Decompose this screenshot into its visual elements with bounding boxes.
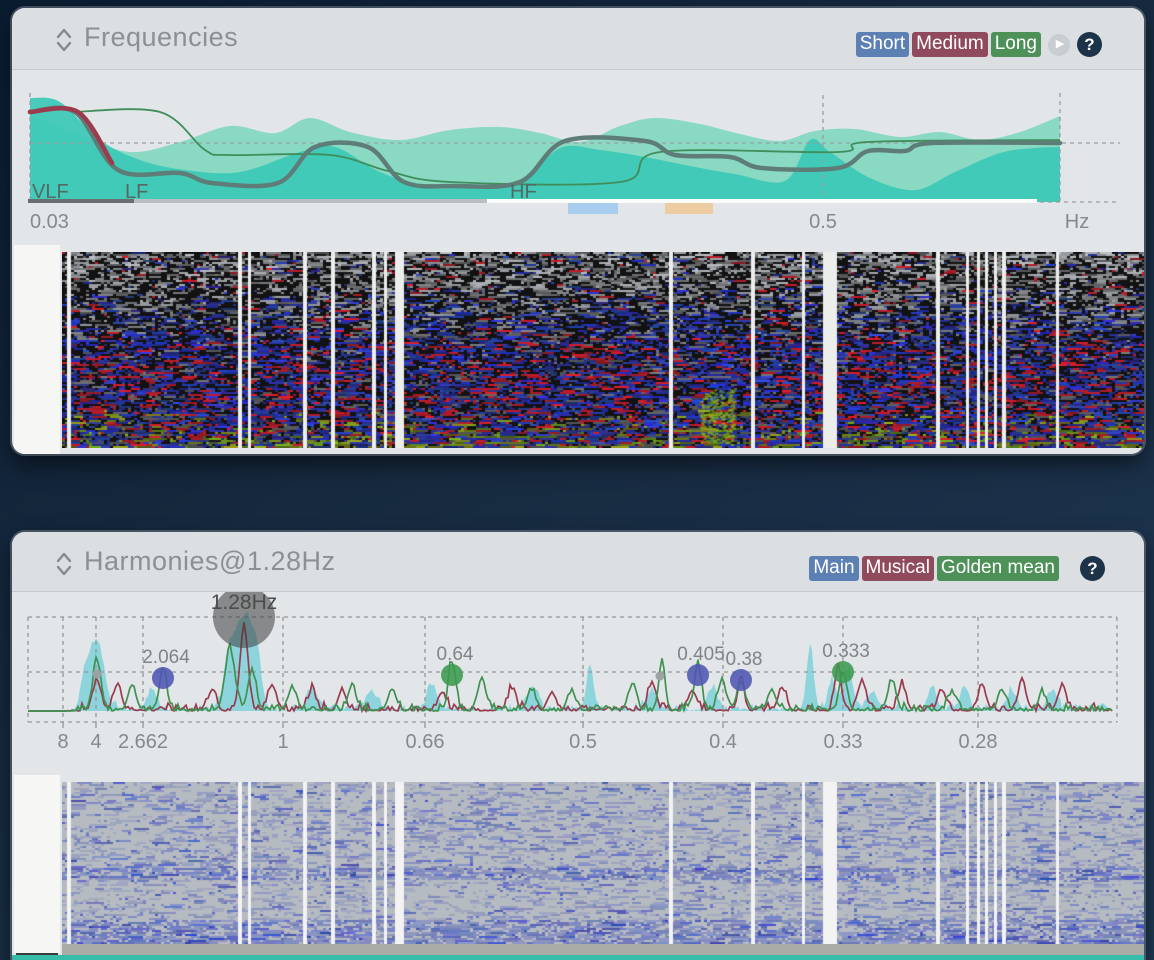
harmonic-marker-label: 0.405	[677, 644, 725, 665]
frequencies-spectrogram-axis	[14, 245, 60, 454]
selected-harmonic-label: 1.28Hz	[211, 591, 278, 614]
legend-short[interactable]: Short	[856, 32, 909, 57]
help-button[interactable]: ?	[1077, 32, 1102, 57]
x-tick-1: 1	[277, 731, 288, 753]
harmonies-title: Harmonies@1.28Hz	[84, 546, 336, 577]
band-label-lf: LF	[125, 181, 148, 203]
x-tick-Hz: Hz	[1065, 211, 1089, 233]
play-button[interactable]: ▶	[1048, 34, 1070, 56]
legend-main[interactable]: Main	[809, 556, 858, 581]
harmonies-panel: 84 2.662 1 0.66 0.5 0.4 0.33 0.28 1.28Hz 2.064 0.6…	[12, 532, 1144, 960]
selected-harmonic-marker[interactable]: 1.28Hz	[211, 586, 278, 648]
frequencies-spectrogram[interactable]	[62, 252, 1144, 448]
x-tick-0.5: 0.5	[809, 211, 837, 233]
play-icon: ▶	[1056, 39, 1064, 50]
next-panel-edge	[12, 955, 1144, 960]
x-tick-0.28: 0.28	[959, 731, 998, 753]
band-label-vlf: VLF	[32, 181, 69, 203]
collapse-expand-icon[interactable]	[56, 27, 72, 53]
legend-long[interactable]: Long	[991, 32, 1041, 57]
harmonic-marker-2.064[interactable]: 2.064	[142, 647, 190, 689]
harmonic-marker-label: 2.064	[142, 647, 190, 668]
help-button[interactable]: ?	[1080, 556, 1105, 581]
x-tick-0.33: 0.33	[824, 731, 863, 753]
legend-golden-mean[interactable]: Golden mean	[937, 556, 1059, 581]
harmonic-marker-0.333[interactable]: 0.333	[822, 641, 870, 683]
band-label-hf: HF	[510, 181, 537, 203]
x-tick-4: 4	[90, 731, 101, 753]
harmonic-marker-0.405[interactable]: 0.405	[677, 644, 725, 686]
harmonies-spectrogram-axis	[14, 775, 60, 953]
harmonic-marker-0.38[interactable]: 0.38	[726, 649, 763, 691]
legend-musical[interactable]: Musical	[862, 556, 934, 581]
x-tick-8: 8	[57, 731, 68, 753]
x-tick-0.03: 0.03	[30, 211, 69, 233]
harmonies-legend: MainMusicalGolden mean?	[809, 556, 1105, 581]
legend-medium[interactable]: Medium	[912, 32, 988, 57]
harmonic-marker-label: 0.38	[726, 649, 763, 670]
frequencies-legend: ShortMediumLong ▶?	[856, 32, 1102, 57]
x-tick-0.66: 0.66	[406, 731, 445, 753]
harmonic-marker-label: 0.64	[437, 644, 474, 665]
harmonies-spectrogram[interactable]	[62, 782, 1144, 944]
x-tick-0.4: 0.4	[709, 731, 737, 753]
x-tick-0.5: 0.5	[569, 731, 597, 753]
frequencies-header: Frequencies ShortMediumLong ▶?	[12, 8, 1144, 70]
collapse-expand-icon[interactable]	[56, 551, 72, 577]
harmonic-marker-0.64[interactable]: 0.64	[437, 644, 474, 686]
frequencies-title: Frequencies	[84, 22, 238, 53]
harmonic-marker-label: 0.333	[822, 641, 870, 662]
x-tick-2.662: 2.662	[118, 731, 168, 753]
harmonies-header: Harmonies@1.28Hz MainMusicalGolden mean?	[12, 532, 1144, 592]
frequencies-panel: VLF LF HF 0.03 0.5 Hz Frequencies ShortMedium…	[12, 8, 1144, 454]
